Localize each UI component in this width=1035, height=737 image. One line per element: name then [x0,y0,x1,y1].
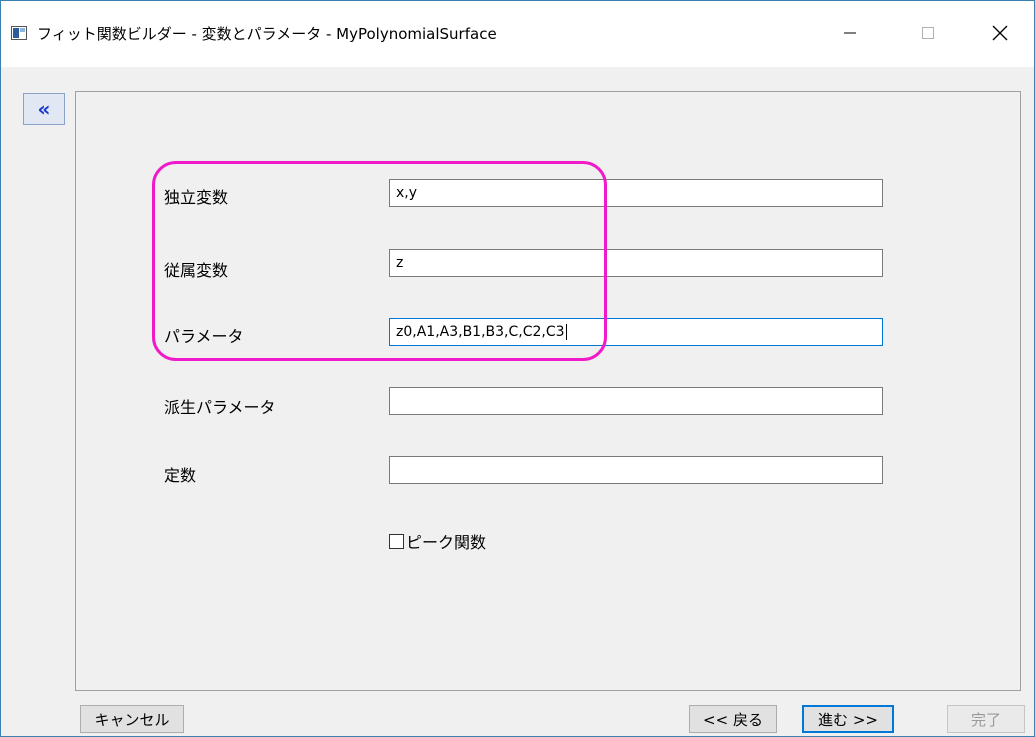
cancel-button[interactable]: キャンセル [80,705,184,733]
constants-label: 定数 [164,466,197,485]
derived-parameters-input[interactable] [389,387,883,415]
highlight-annotation [152,161,607,361]
finish-button[interactable]: 完了 [947,705,1025,733]
next-button[interactable]: 進む >> [802,705,894,733]
double-chevron-left-icon: « [37,97,51,121]
app-icon [11,26,27,40]
maximize-button[interactable] [905,11,951,55]
dialog-window: フィット関数ビルダー - 変数とパラメータ - MyPolynomialSurf… [0,0,1035,737]
constants-input[interactable] [389,456,883,484]
title-bar: フィット関数ビルダー - 変数とパラメータ - MyPolynomialSurf… [1,1,1034,67]
minimize-icon [844,32,856,34]
close-icon [992,25,1008,41]
window-title: フィット関数ビルダー - 変数とパラメータ - MyPolynomialSurf… [37,25,497,43]
close-button[interactable] [977,11,1023,55]
peak-function-label: ピーク関数 [406,533,487,552]
peak-function-option[interactable]: ピーク関数 [389,529,486,553]
derived-parameters-label: 派生パラメータ [164,398,276,417]
collapse-panel-button[interactable]: « [23,93,65,125]
maximize-icon [922,27,934,39]
back-button[interactable]: << 戻る [689,705,777,733]
peak-function-checkbox[interactable] [389,533,404,549]
minimize-button[interactable] [827,11,873,55]
